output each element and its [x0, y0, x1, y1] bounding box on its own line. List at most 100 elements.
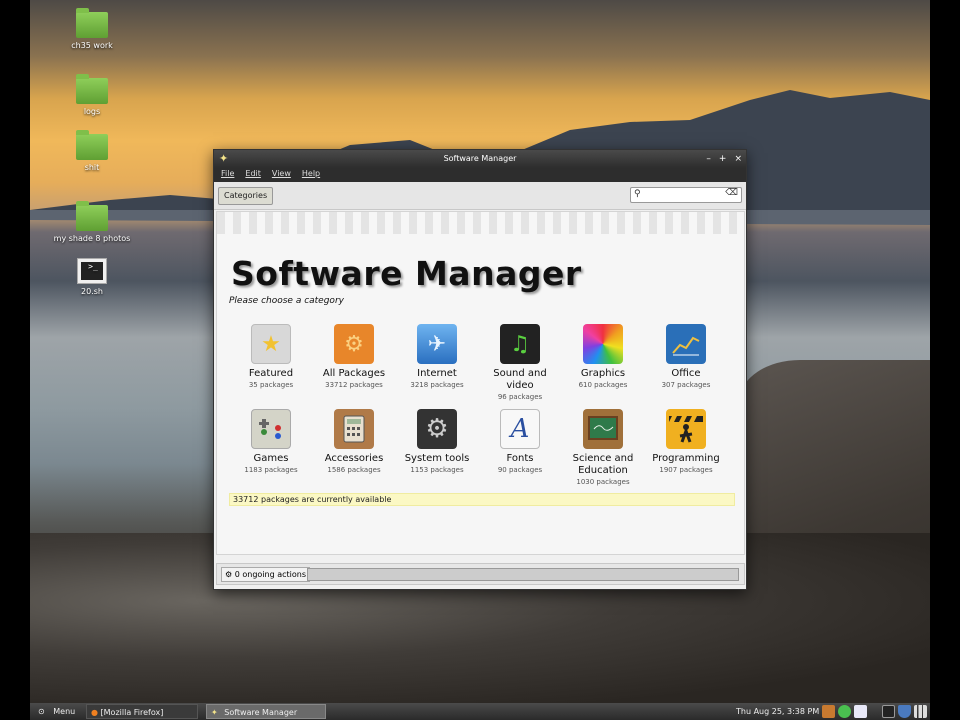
category-accessories[interactable]: Accessories 1586 packages — [314, 409, 394, 475]
category-count: 3218 packages — [410, 381, 464, 389]
category-programming[interactable]: Programming 1907 packages — [646, 409, 726, 475]
construction-icon — [666, 409, 706, 449]
app-star-icon: ✦ — [211, 708, 218, 717]
firefox-icon: ● — [91, 708, 98, 717]
window-title: Software Manager — [443, 154, 517, 163]
category-count: 307 packages — [661, 381, 711, 389]
category-name: Sound and video — [493, 368, 547, 391]
search-box[interactable]: ⚲ ⌫ — [630, 187, 742, 203]
window-titlebar[interactable]: ✦ Software Manager – + × — [214, 150, 746, 168]
category-games[interactable]: Games 1183 packages — [231, 409, 311, 475]
category-count: 35 packages — [248, 381, 294, 389]
category-count: 96 packages — [497, 393, 543, 401]
close-button[interactable]: × — [734, 150, 742, 168]
menu-file[interactable]: File — [221, 168, 234, 182]
category-count: 1586 packages — [327, 466, 381, 474]
window-icon[interactable] — [882, 705, 895, 718]
app-star-icon: ✦ — [219, 152, 229, 165]
color-wheel-icon — [583, 324, 623, 364]
desktop-icon-label: ch35 work — [71, 41, 113, 50]
spotify-icon[interactable] — [838, 705, 851, 718]
category-count: 1030 packages — [576, 478, 630, 486]
media-icon: ♫ — [500, 324, 540, 364]
category-sound-and-video[interactable]: ♫ Sound and video 96 packages — [480, 324, 560, 402]
desktop-icon-folder[interactable]: my shade 8 photos — [47, 201, 137, 243]
menu-help[interactable]: Help — [302, 168, 320, 182]
desktop-icon-folder[interactable]: ch35 work — [47, 8, 137, 50]
clear-search-icon[interactable]: ⌫ — [725, 188, 738, 198]
category-name: Programming — [652, 453, 720, 464]
search-icon: ⚲ — [634, 189, 641, 199]
globe-icon: ✈ — [417, 324, 457, 364]
gamepad-icon — [251, 409, 291, 449]
category-fonts[interactable]: A Fonts 90 packages — [480, 409, 560, 475]
task-label: [Mozilla Firefox] — [100, 708, 164, 717]
category-name: Games — [253, 453, 289, 464]
progress-bar — [307, 568, 739, 581]
shield-icon[interactable] — [898, 705, 911, 718]
category-name: Internet — [417, 368, 457, 379]
category-name: All Packages — [322, 368, 386, 379]
packages-available-banner: 33712 packages are currently available — [229, 493, 735, 506]
desktop-icon-folder[interactable]: logs — [47, 74, 137, 116]
gears-icon: ⚙ — [334, 324, 374, 364]
mint-logo-icon: ⊙ — [38, 707, 45, 716]
category-office[interactable]: Office 307 packages — [646, 324, 726, 390]
calculator-icon — [334, 409, 374, 449]
desktop-icon-label: shit — [84, 163, 100, 172]
category-count: 1183 packages — [244, 466, 298, 474]
category-name: Featured — [248, 368, 294, 379]
task-software-manager[interactable]: ✦ Software Manager — [206, 704, 326, 719]
menu-view[interactable]: View — [272, 168, 291, 182]
tray-app-icon[interactable] — [822, 705, 835, 718]
category-graphics[interactable]: Graphics 610 packages — [563, 324, 643, 390]
menu-label: Menu — [53, 707, 76, 716]
chalkboard-icon — [583, 409, 623, 449]
taskbar: ⊙ Menu ● [Mozilla Firefox] ✦ Software Ma… — [30, 703, 930, 720]
document-icon[interactable] — [854, 705, 867, 718]
category-count: 610 packages — [578, 381, 628, 389]
ongoing-actions-button[interactable]: ⚙ 0 ongoing actions — [221, 567, 310, 582]
category-count: 1153 packages — [410, 466, 464, 474]
toolbar: Categories ⚲ ⌫ — [214, 182, 746, 210]
desktop-icon-label: my shade 8 photos — [53, 234, 131, 243]
menu-button[interactable]: ⊙ Menu — [34, 704, 79, 719]
category-featured[interactable]: ★ Featured 35 packages — [231, 324, 311, 390]
category-internet[interactable]: ✈ Internet 3218 packages — [397, 324, 477, 390]
folder-icon — [76, 8, 108, 38]
task-label: Software Manager — [224, 708, 298, 717]
categories-button[interactable]: Categories — [218, 187, 274, 205]
category-name: Accessories — [324, 453, 384, 464]
category-name: Graphics — [580, 368, 626, 379]
category-count: 90 packages — [497, 466, 543, 474]
menubar: File Edit View Help — [214, 168, 746, 182]
star-icon: ★ — [251, 324, 291, 364]
software-manager-window: ✦ Software Manager – + × File Edit View … — [213, 149, 747, 590]
terminal-icon: >_ — [77, 258, 107, 284]
chart-icon — [666, 324, 706, 364]
gear-icon: ⚙ — [225, 570, 233, 579]
category-name: System tools — [404, 453, 470, 464]
category-all-packages[interactable]: ⚙ All Packages 33712 packages — [314, 324, 394, 390]
category-count: 1907 packages — [659, 466, 713, 474]
content-area: Software Manager Please choose a categor… — [216, 211, 745, 555]
desktop-icon-label: 20.sh — [81, 287, 103, 296]
clock[interactable]: Thu Aug 25, 3:38 PM — [732, 704, 823, 719]
maximize-button[interactable]: + — [719, 150, 727, 168]
menu-edit[interactable]: Edit — [245, 168, 261, 182]
category-name: Science and Education — [572, 453, 634, 476]
desktop-icon-script[interactable]: >_ 20.sh — [47, 258, 137, 296]
category-name: Office — [671, 368, 701, 379]
header-decoration — [217, 212, 744, 234]
category-system-tools[interactable]: ⚙ System tools 1153 packages — [397, 409, 477, 475]
category-science-and-education[interactable]: Science and Education 1030 packages — [563, 409, 643, 487]
network-signal-icon[interactable] — [914, 705, 927, 718]
page-title: Software Manager — [231, 254, 582, 293]
desktop-icon-folder[interactable]: shit — [47, 130, 137, 172]
task-firefox[interactable]: ● [Mozilla Firefox] — [86, 704, 198, 719]
ongoing-actions-label: 0 ongoing actions — [234, 570, 306, 579]
search-input[interactable] — [645, 189, 723, 201]
category-count: 33712 packages — [325, 381, 383, 389]
desktop-icon-label: logs — [83, 107, 101, 116]
minimize-button[interactable]: – — [706, 150, 711, 168]
